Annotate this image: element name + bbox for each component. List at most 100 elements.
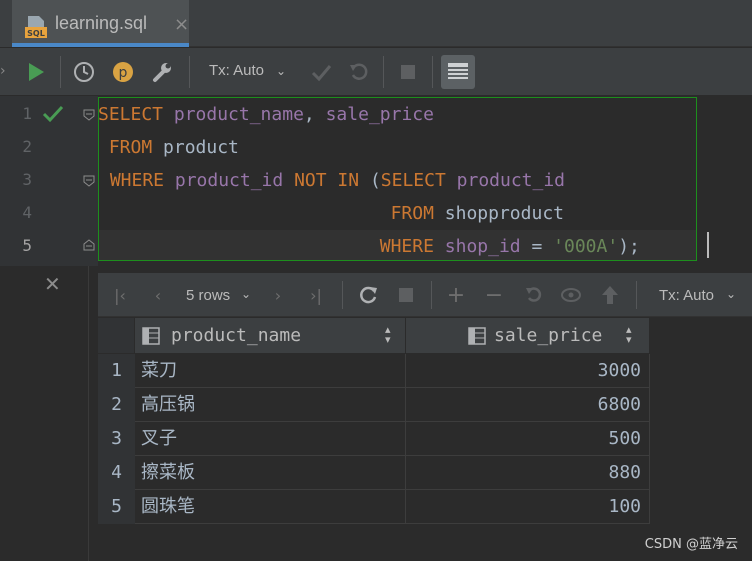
sql-file-icon: SQL — [25, 16, 47, 38]
watermark: CSDN @蓝净云 — [644, 537, 738, 552]
code-token: sale_price — [325, 104, 434, 125]
code-line[interactable]: WHERE shop_id = '000A'); — [98, 230, 640, 263]
row-number-header — [98, 318, 135, 353]
table-cell[interactable]: 880 — [406, 456, 650, 490]
rows-count-dropdown[interactable]: 5 rows — [186, 287, 230, 304]
first-page-icon[interactable]: |‹ — [108, 283, 132, 307]
fold-icon[interactable] — [83, 109, 95, 121]
chevron-right-icon[interactable]: › — [0, 48, 9, 95]
check-icon — [311, 65, 332, 82]
row-number[interactable]: 1 — [98, 354, 135, 388]
table-cell[interactable]: 叉子 — [135, 422, 406, 456]
commit-button[interactable] — [307, 58, 335, 86]
code-token: SELECT — [380, 170, 457, 191]
column-header-label: product_name — [171, 325, 302, 346]
row-number[interactable]: 3 — [98, 422, 135, 456]
code-token: product_id — [174, 170, 295, 191]
fold-end-icon[interactable] — [83, 239, 95, 251]
editor-tab-bar: SQL learning.sql × — [0, 0, 752, 47]
table-cell[interactable]: 擦菜板 — [135, 456, 406, 490]
sort-icon[interactable]: ▴ ▾ — [626, 324, 632, 345]
editor-toolbar: › p Tx: Auto ⌄ — [0, 48, 752, 95]
tab-title: learning.sql — [55, 13, 148, 33]
preview-changes-icon[interactable] — [560, 283, 584, 307]
code-token: ( — [369, 170, 381, 191]
stop-button[interactable] — [394, 58, 422, 86]
success-check-icon — [42, 105, 64, 123]
chevron-down-icon[interactable]: ⌄ — [276, 64, 286, 78]
add-row-icon[interactable]: + — [444, 283, 468, 308]
close-results-icon[interactable]: ✕ — [44, 272, 61, 296]
undo-icon — [350, 63, 368, 80]
table-cell[interactable]: 6800 — [406, 388, 650, 422]
line-number: 3 — [22, 170, 32, 189]
column-header-product-name[interactable]: product_name ▴ ▾ — [135, 318, 406, 353]
sort-icon[interactable]: ▴ ▾ — [385, 324, 391, 345]
sql-editor[interactable]: 1 2 3 4 5 SELECT product_name, sale_pric… — [0, 96, 752, 266]
code-token: shopproduct — [444, 203, 564, 224]
arrow-up-icon — [602, 286, 618, 304]
line-number: 2 — [22, 137, 32, 156]
code-line[interactable]: SELECT product_name, sale_price — [98, 98, 434, 131]
stop-button[interactable] — [394, 283, 418, 307]
table-cell[interactable]: 圆珠笔 — [135, 490, 406, 524]
revert-icon[interactable] — [522, 283, 546, 307]
divider — [88, 266, 89, 561]
history-button[interactable] — [70, 58, 98, 86]
refresh-button[interactable] — [356, 283, 380, 307]
code-line[interactable]: FROM shopproduct — [98, 197, 564, 230]
code-token: shop_id — [444, 236, 532, 257]
delete-row-icon[interactable]: − — [482, 283, 506, 308]
last-page-icon[interactable]: ›| — [304, 283, 328, 307]
line-number: 1 — [22, 104, 32, 123]
toolbar-separator — [431, 281, 432, 309]
previous-page-icon[interactable]: ‹ — [146, 283, 170, 307]
tab-learning-sql[interactable]: SQL learning.sql × — [12, 0, 189, 47]
clock-icon — [74, 62, 94, 82]
table-cell[interactable]: 菜刀 — [135, 354, 406, 388]
code-token: '000A' — [553, 236, 619, 257]
toolbar-separator — [189, 56, 190, 88]
code-token: = — [531, 236, 554, 257]
toolbar-separator — [60, 56, 61, 88]
chevron-down-icon[interactable]: ⌄ — [726, 287, 736, 301]
table-cell[interactable]: 高压锅 — [135, 388, 406, 422]
table-cell[interactable]: 100 — [406, 490, 650, 524]
wrench-icon — [153, 63, 171, 82]
column-icon — [468, 327, 486, 345]
output-toggle-button[interactable] — [441, 55, 475, 89]
play-icon — [29, 63, 44, 81]
toolbar-separator — [342, 281, 343, 309]
submit-icon[interactable] — [598, 283, 622, 307]
table-cell[interactable]: 500 — [406, 422, 650, 456]
next-page-icon[interactable]: › — [266, 283, 290, 307]
execute-button[interactable] — [22, 58, 50, 86]
text-caret — [707, 232, 709, 258]
code-line[interactable]: WHERE product_id NOT IN (SELECT product_… — [99, 164, 565, 197]
code-line[interactable]: FROM product — [98, 131, 239, 164]
line-number: 4 — [22, 203, 32, 222]
row-number[interactable]: 2 — [98, 388, 135, 422]
results-toolbar: |‹ ‹ 5 rows ⌄ › ›| + − Tx: Auto ⌄ — [98, 273, 752, 317]
row-number[interactable]: 4 — [98, 456, 135, 490]
tx-mode-dropdown[interactable]: Tx: Auto — [659, 287, 714, 304]
chevron-down-icon[interactable]: ⌄ — [241, 287, 251, 301]
settings-button[interactable] — [148, 58, 176, 86]
stop-icon — [399, 288, 413, 302]
profile-button[interactable]: p — [109, 58, 137, 86]
rollback-button[interactable] — [345, 58, 373, 86]
code-token: WHERE — [98, 236, 445, 257]
column-header-sale-price[interactable]: sale_price ▴ ▾ — [406, 318, 650, 353]
column-icon — [142, 327, 160, 345]
code-token: FROM — [98, 203, 445, 224]
close-icon[interactable]: × — [174, 14, 189, 35]
row-number[interactable]: 5 — [98, 490, 135, 524]
code-token: product_id — [456, 170, 566, 191]
table-view-icon — [448, 63, 468, 79]
undo-icon — [526, 287, 542, 302]
tab-bar-edge — [0, 0, 12, 47]
fold-icon[interactable] — [83, 175, 95, 187]
table-cell[interactable]: 3000 — [406, 354, 650, 388]
tx-mode-dropdown[interactable]: Tx: Auto — [209, 62, 264, 79]
code-token: product — [163, 137, 239, 158]
